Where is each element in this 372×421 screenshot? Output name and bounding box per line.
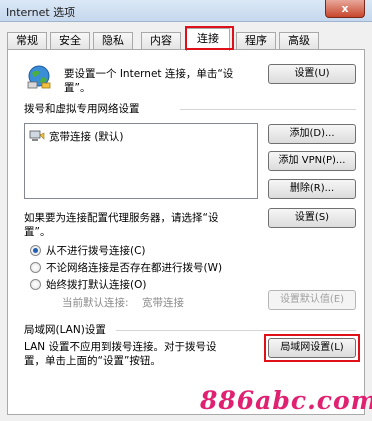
- title-bar: Internet 选项 x: [0, 0, 372, 22]
- tab-security[interactable]: 安全: [50, 32, 90, 50]
- connection-name: 宽带连接 (默认): [49, 131, 124, 143]
- setup-button[interactable]: 设置(U): [268, 64, 356, 84]
- tab-privacy[interactable]: 隐私: [93, 32, 133, 50]
- watermark: 886abc.com: [200, 386, 372, 415]
- tab-content[interactable]: 内容: [141, 32, 181, 50]
- globe-network-icon: [27, 65, 51, 89]
- tab-advanced[interactable]: 高级: [279, 32, 319, 50]
- lan-heading: 局域网(LAN)设置: [24, 324, 106, 336]
- always-dial-default-label: 始终拨打默认连接(O): [46, 279, 147, 291]
- setup-text-line-1: 要设置一个 Internet 连接，单击“设: [64, 68, 234, 80]
- lan-settings-button[interactable]: 局域网设置(L): [268, 338, 356, 358]
- never-dial-radio[interactable]: [30, 245, 41, 256]
- dial-whenever-radio[interactable]: [30, 262, 41, 273]
- dialup-divider: [180, 109, 356, 110]
- tab-connections[interactable]: 连接: [186, 28, 230, 51]
- proxy-settings-button[interactable]: 设置(S): [268, 208, 356, 228]
- proxy-text-line-1: 如果要为连接配置代理服务器，请选择“设: [24, 212, 219, 224]
- close-button[interactable]: x: [325, 0, 365, 18]
- never-dial-label: 从不进行拨号连接(C): [46, 245, 146, 257]
- tab-programs[interactable]: 程序: [236, 32, 276, 50]
- window-title: Internet 选项: [6, 6, 76, 19]
- tab-general[interactable]: 常规: [7, 32, 47, 50]
- add-vpn-button[interactable]: 添加 VPN(P)...: [268, 151, 356, 171]
- setup-text-line-2: 置”。: [64, 82, 91, 94]
- dial-whenever-label: 不论网络连接是否存在都进行拨号(W): [46, 262, 223, 274]
- add-button[interactable]: 添加(D)...: [268, 124, 356, 144]
- set-default-button[interactable]: 设置默认值(E): [268, 290, 356, 310]
- delete-button[interactable]: 删除(R)...: [268, 179, 356, 199]
- dialup-heading: 拨号和虚拟专用网络设置: [24, 103, 140, 115]
- lan-description-line-2: 置，单击上面的“设置”按钮。: [24, 355, 161, 367]
- always-dial-default-radio[interactable]: [30, 279, 41, 290]
- current-default-label: 当前默认连接:: [62, 297, 129, 309]
- current-default-value: 宽带连接: [142, 297, 184, 309]
- proxy-text-line-2: 置”。: [24, 226, 51, 238]
- dialup-connection-list[interactable]: 宽带连接 (默认): [24, 123, 258, 199]
- lan-divider: [116, 330, 356, 331]
- lan-description-line-1: LAN 设置不应用到拨号连接。对于拨号设: [24, 341, 217, 353]
- broadband-connection-icon: [29, 130, 45, 141]
